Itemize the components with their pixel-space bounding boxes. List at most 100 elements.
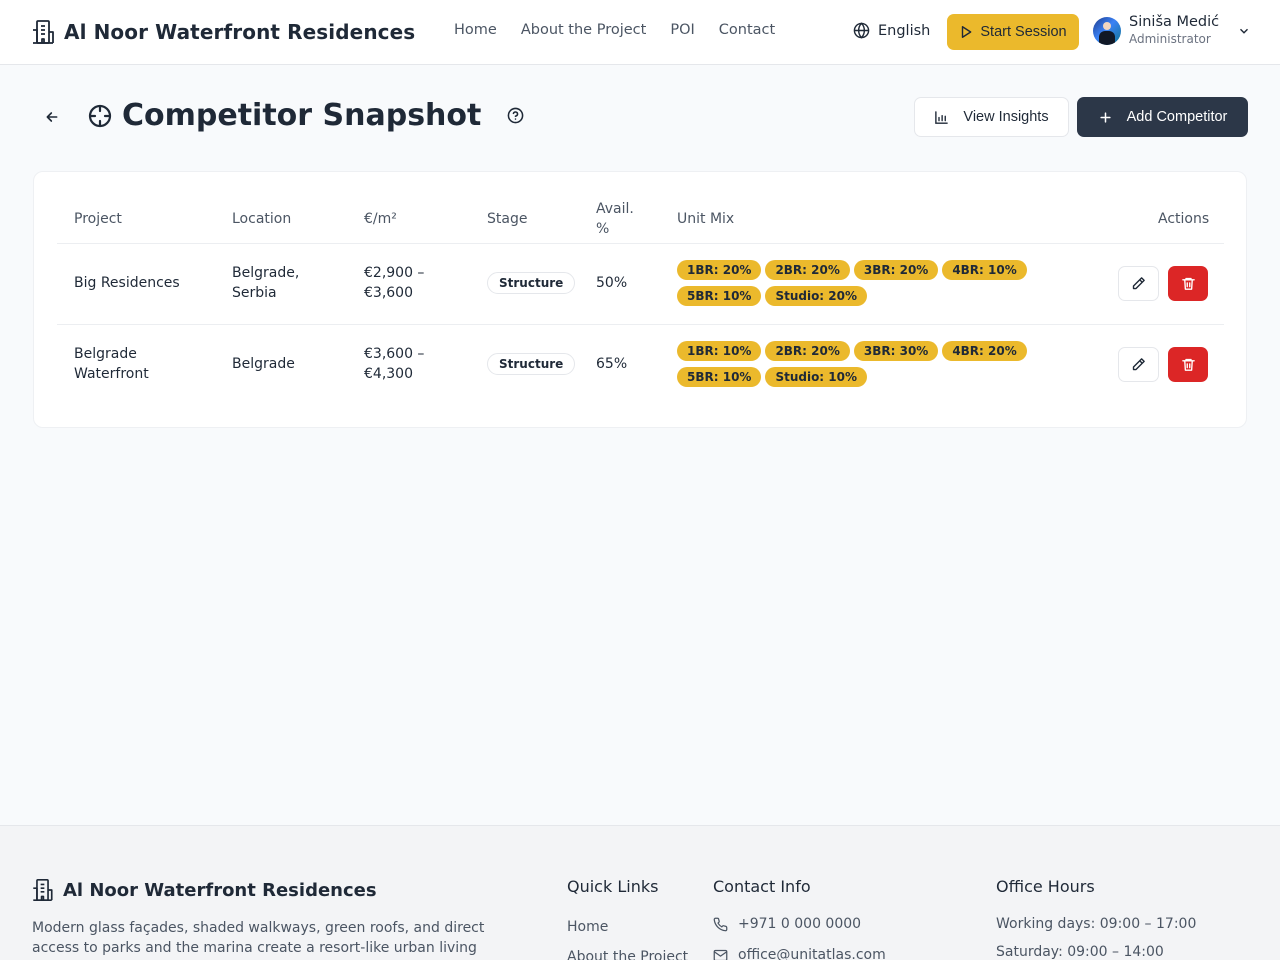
cell-availability: 65%	[596, 356, 628, 372]
top-navbar: Al Noor Waterfront Residences Home About…	[0, 0, 1280, 65]
header-divider	[57, 243, 1224, 244]
office-hours-title: Office Hours	[996, 877, 1095, 896]
contact-info-title: Contact Info	[713, 877, 811, 896]
cell-price-line1: €2,900 –	[364, 265, 425, 281]
row-divider	[57, 324, 1224, 325]
phone-icon	[713, 917, 728, 931]
competitor-table: Project Location €/m² Stage Avail. % Uni…	[33, 171, 1247, 428]
cell-project-line2: Waterfront	[74, 366, 149, 382]
unit-mix-chip: 5BR: 10%	[677, 367, 762, 387]
plus-icon	[1100, 111, 1111, 123]
contact-email[interactable]: office@unitatlas.com	[713, 947, 886, 960]
brand-name: Al Noor Waterfront Residences	[64, 20, 416, 44]
column-header-availability-line1: Avail.	[596, 201, 634, 217]
cell-location-line1: Belgrade,	[232, 265, 300, 281]
stage-badge: Structure	[487, 272, 576, 294]
page-heading: Competitor Snapshot	[88, 98, 524, 133]
nav-home[interactable]: Home	[454, 22, 497, 38]
trash-icon	[1181, 277, 1195, 290]
help-circle-icon[interactable]	[507, 107, 524, 124]
cell-project: Big Residences	[74, 275, 180, 291]
nav-about[interactable]: About the Project	[521, 22, 647, 38]
column-header-unit-mix[interactable]: Unit Mix	[677, 209, 734, 229]
unit-mix-chip: 3BR: 20%	[853, 260, 939, 280]
add-competitor-label: Add Competitor	[1126, 109, 1228, 125]
column-header-availability-line2: %	[596, 221, 610, 237]
mail-icon	[713, 949, 728, 960]
user-role: Administrator	[1129, 31, 1211, 46]
view-insights-label: View Insights	[963, 109, 1049, 125]
trash-icon	[1181, 358, 1195, 371]
nav-poi[interactable]: POI	[670, 22, 694, 38]
unit-mix-chip: 2BR: 20%	[765, 260, 850, 280]
cell-location: Belgrade	[232, 356, 295, 372]
cell-price: €3,600 – €4,300	[364, 344, 424, 384]
user-info: Siniša Medić Administrator	[1129, 14, 1220, 46]
edit-button[interactable]	[1118, 266, 1159, 301]
add-competitor-button[interactable]: Add Competitor	[1077, 97, 1248, 137]
contact-email-text: office@unitatlas.com	[738, 947, 886, 960]
page-title: Competitor Snapshot	[122, 98, 482, 133]
delete-button[interactable]	[1168, 347, 1208, 382]
unit-mix-chip: 3BR: 30%	[853, 341, 939, 361]
language-label: English	[878, 22, 931, 39]
unit-mix-chip: Studio: 10%	[765, 367, 868, 387]
chevron-down-icon	[1240, 28, 1249, 34]
view-insights-button[interactable]: View Insights	[914, 97, 1069, 137]
user-name: Siniša Medić	[1129, 14, 1220, 30]
bar-chart-icon	[935, 110, 949, 124]
column-header-project[interactable]: Project	[74, 209, 122, 229]
cell-location: Belgrade, Serbia	[232, 263, 299, 303]
footer-link-about[interactable]: About the Project	[567, 949, 688, 960]
start-session-label: Start Session	[980, 24, 1067, 40]
column-header-actions: Actions	[1158, 211, 1210, 227]
column-header-availability[interactable]: Avail. %	[596, 199, 634, 239]
brand[interactable]: Al Noor Waterfront Residences	[32, 19, 415, 45]
cell-price-line2: €3,600	[364, 285, 413, 301]
pencil-icon	[1132, 358, 1145, 371]
unit-mix-chip: 4BR: 10%	[942, 260, 1027, 280]
column-header-location[interactable]: Location	[232, 209, 291, 229]
back-button[interactable]	[40, 105, 64, 129]
column-header-stage[interactable]: Stage	[487, 209, 527, 229]
unit-mix-chip: 4BR: 20%	[942, 341, 1027, 361]
column-header-price[interactable]: €/m²	[364, 209, 397, 229]
language-selector[interactable]: English	[853, 22, 930, 39]
contact-phone[interactable]: +971 0 000 0000	[713, 916, 861, 932]
nav-contact[interactable]: Contact	[719, 22, 775, 38]
unit-mix-chip: 1BR: 10%	[677, 341, 762, 361]
main-nav: Home About the Project POI Contact	[454, 22, 775, 38]
footer-description: Modern glass façades, shaded walkways, g…	[32, 920, 485, 956]
pencil-icon	[1132, 277, 1145, 290]
unit-mix-list: 1BR: 10% 2BR: 20% 3BR: 30% 4BR: 20% 5BR:…	[677, 341, 1077, 387]
start-session-button[interactable]: Start Session	[947, 14, 1079, 50]
building-icon	[33, 879, 53, 901]
globe-icon	[853, 22, 870, 39]
office-hours-weekdays: Working days: 09:00 – 17:00	[996, 916, 1197, 932]
cell-availability: 50%	[596, 275, 628, 291]
footer-brand: Al Noor Waterfront Residences	[32, 878, 377, 902]
delete-button[interactable]	[1168, 266, 1208, 301]
cell-price-line2: €4,300	[364, 366, 413, 382]
cell-project: Belgrade Waterfront	[74, 344, 149, 384]
play-icon	[962, 26, 972, 38]
office-hours-saturday: Saturday: 09:00 – 14:00	[996, 944, 1164, 960]
cell-price: €2,900 – €3,600	[364, 263, 424, 303]
stage-badge: Structure	[487, 353, 576, 375]
quick-links-title: Quick Links	[567, 877, 659, 896]
crosshair-icon	[88, 104, 112, 127]
footer-brand-name: Al Noor Waterfront Residences	[63, 879, 377, 901]
arrow-left-icon	[46, 112, 58, 122]
contact-phone-text: +971 0 000 0000	[738, 916, 862, 932]
cell-project-line1: Belgrade	[74, 346, 137, 362]
unit-mix-chip: 1BR: 20%	[677, 260, 762, 280]
edit-button[interactable]	[1118, 347, 1159, 382]
unit-mix-chip: 2BR: 20%	[765, 341, 850, 361]
building-icon	[33, 20, 54, 44]
user-menu[interactable]: Siniša Medić Administrator	[1093, 14, 1251, 46]
footer: Al Noor Waterfront Residences Modern gla…	[0, 825, 1280, 960]
unit-mix-chip: 5BR: 10%	[677, 286, 762, 306]
avatar	[1093, 16, 1121, 45]
footer-link-home[interactable]: Home	[567, 919, 608, 935]
unit-mix-list: 1BR: 20% 2BR: 20% 3BR: 20% 4BR: 10% 5BR:…	[677, 260, 1077, 306]
